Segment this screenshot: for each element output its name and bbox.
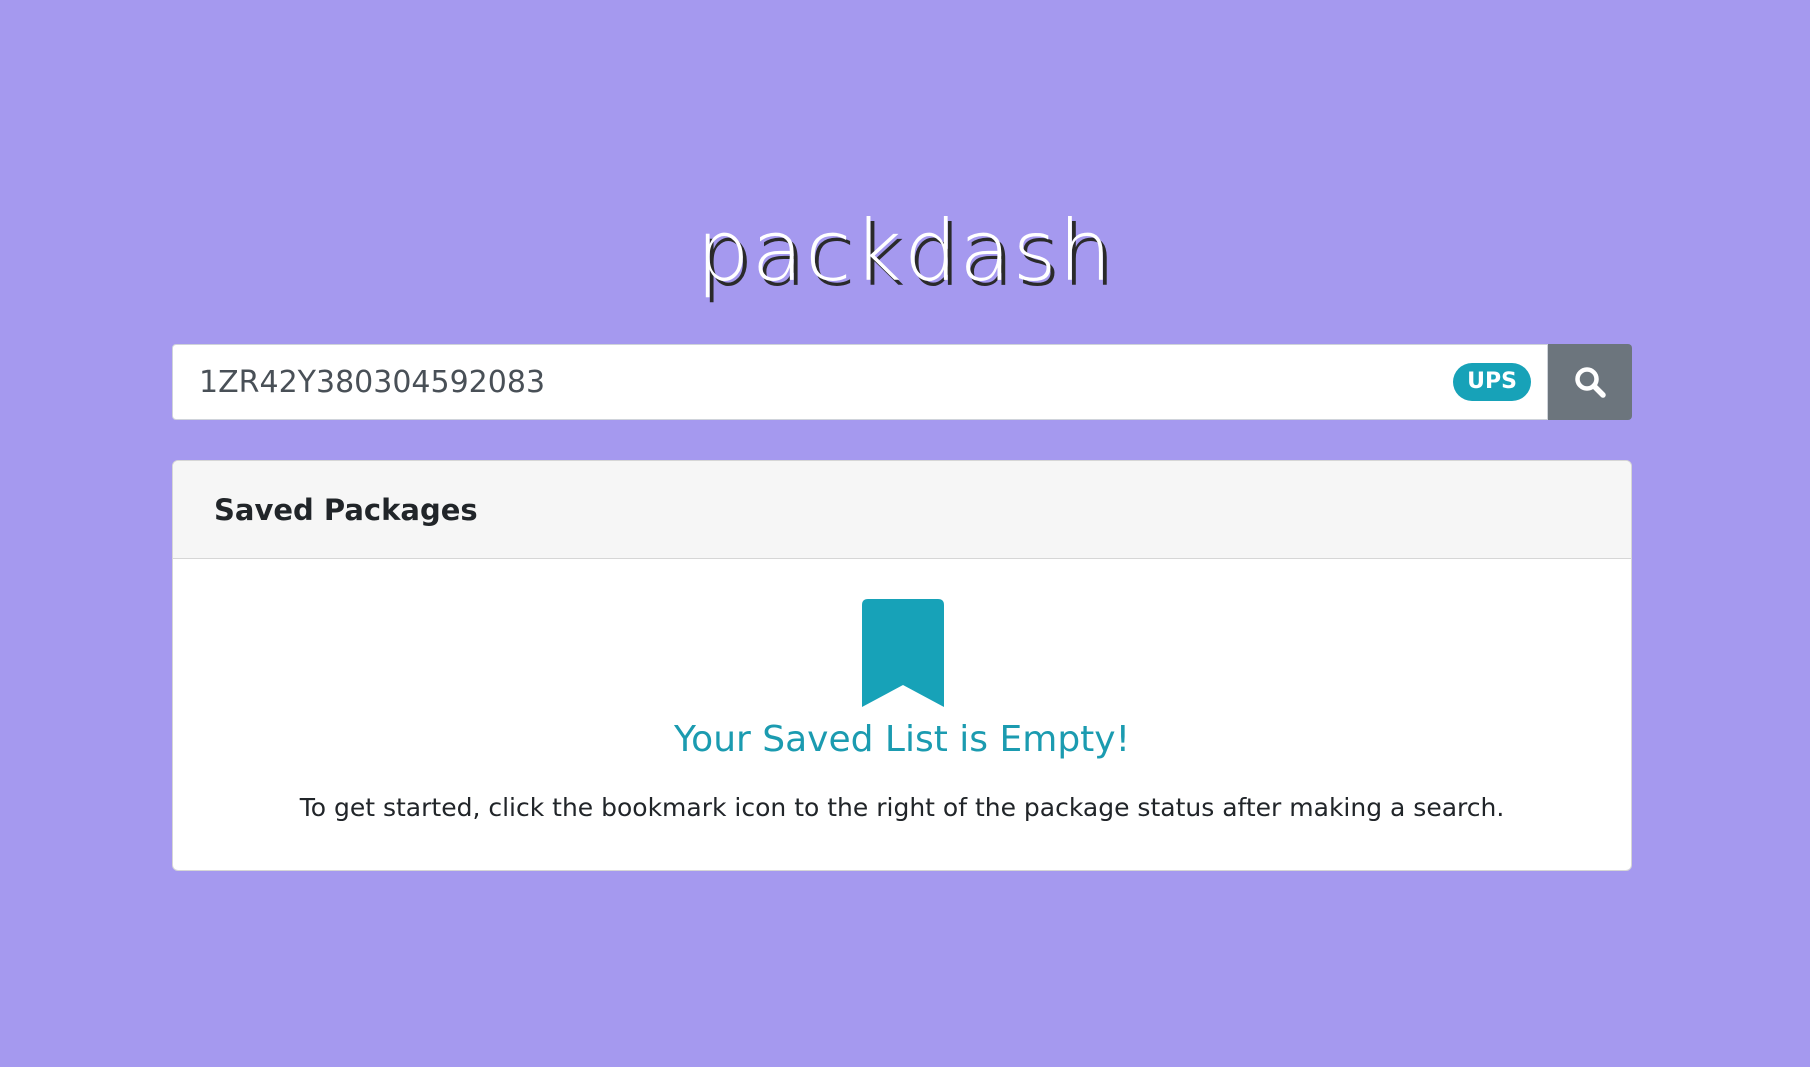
tracking-number-input[interactable] xyxy=(173,345,1454,419)
app-logo: packdash xyxy=(696,202,1114,300)
empty-list-hint: To get started, click the bookmark icon … xyxy=(299,793,1505,822)
search-button[interactable] xyxy=(1548,344,1632,420)
bookmark-icon xyxy=(862,599,944,707)
empty-list-title: Your Saved List is Empty! xyxy=(673,719,1131,760)
saved-packages-header: Saved Packages xyxy=(173,461,1631,559)
carrier-badge: UPS xyxy=(1453,363,1531,401)
search-icon xyxy=(1575,367,1606,398)
saved-packages-card: Saved Packages Your Saved List is Empty!… xyxy=(172,460,1632,871)
saved-packages-title: Saved Packages xyxy=(214,492,478,527)
saved-packages-empty-state: Your Saved List is Empty! To get started… xyxy=(173,559,1631,870)
tracking-search-bar: UPS xyxy=(172,344,1632,420)
search-field-container: UPS xyxy=(172,344,1548,420)
